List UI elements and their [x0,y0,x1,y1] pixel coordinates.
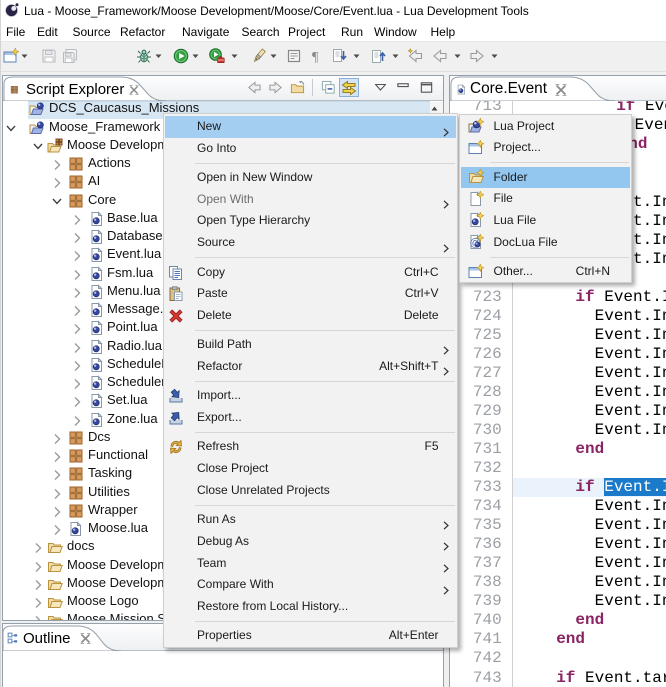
svg-text:¶: ¶ [312,50,319,64]
